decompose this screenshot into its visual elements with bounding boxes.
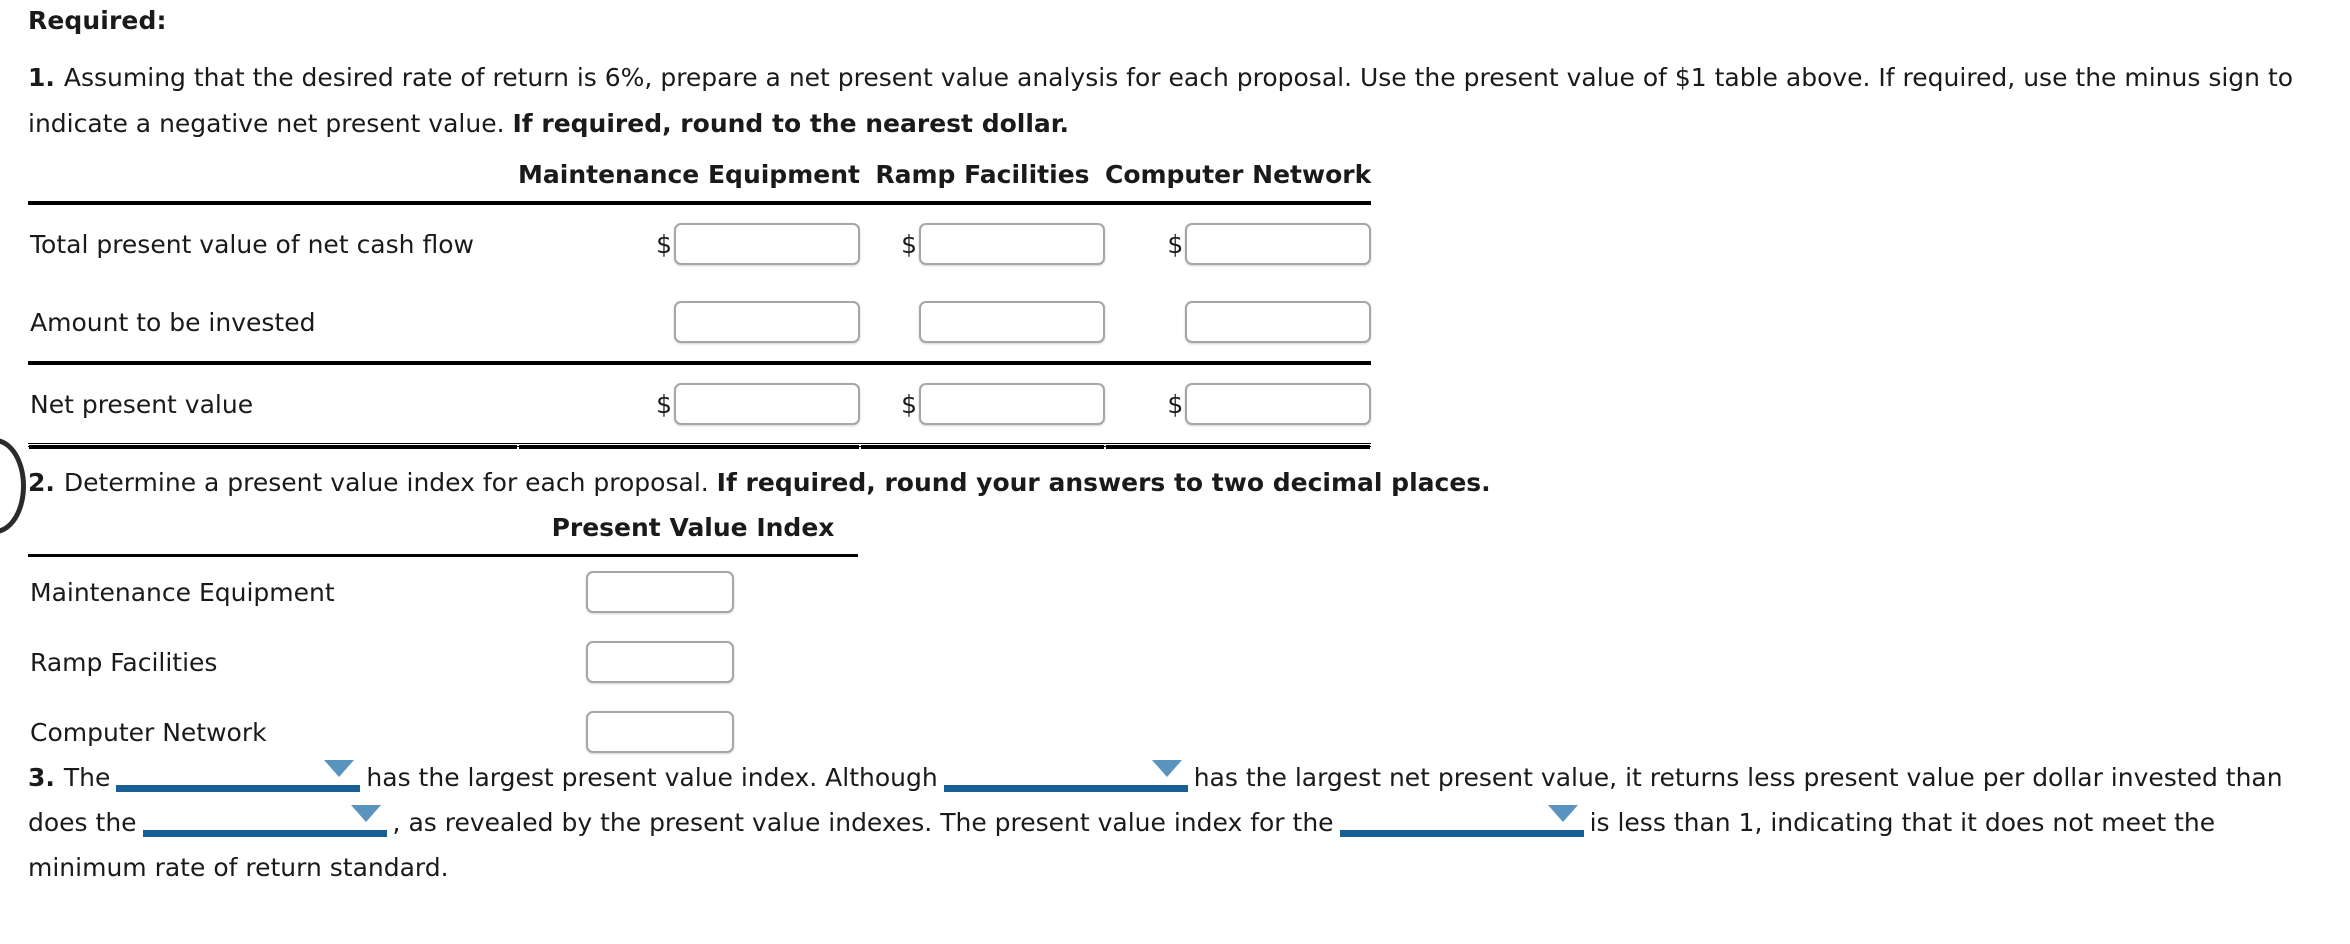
table-row: Amount to be invested $ $ $ <box>28 283 1372 363</box>
dollar-sign: $ <box>1167 389 1184 419</box>
dollar-sign: $ <box>1167 229 1184 259</box>
dropdown-largest-net-present-value[interactable] <box>943 755 1188 792</box>
npv-cell-wrap: $ <box>1105 383 1372 425</box>
npv-table-header: Maintenance Equipment Ramp Facilities Co… <box>28 160 1371 203</box>
instruction-3-seg-1: The <box>63 763 111 792</box>
input-amount-ramp[interactable] <box>918 301 1105 343</box>
chevron-down-icon <box>324 760 355 777</box>
pvi-header-row: Present Value Index <box>28 513 858 556</box>
npv-row-label-amount-invested: Amount to be invested <box>30 307 316 337</box>
input-amount-maintenance[interactable] <box>673 301 860 343</box>
input-total-pv-ramp[interactable] <box>918 223 1105 265</box>
pvi-row-label-maintenance-equipment: Maintenance Equipment <box>28 554 528 627</box>
input-pvi-ramp[interactable] <box>586 641 734 683</box>
npv-cell-wrap: $ <box>860 383 1105 425</box>
table-row: Maintenance Equipment <box>28 554 858 627</box>
present-value-index-table: Present Value Index Maintenance Equipmen… <box>28 513 858 767</box>
table-row: Ramp Facilities <box>28 627 858 697</box>
input-pvi-computer[interactable] <box>586 711 734 753</box>
instruction-1: 1. Assuming that the desired rate of retu… <box>28 55 2338 147</box>
npv-row-label-total-pv: Total present value of net cash flow <box>28 201 518 283</box>
worksheet-page: Required: 1. Assuming that the desired ra… <box>0 0 2350 944</box>
npv-row-label-net-present-value: Net present value <box>28 361 518 447</box>
npv-cell-npv-ramp: $ <box>859 361 1105 447</box>
pvi-cell-maintenance-equipment <box>528 554 858 627</box>
dollar-sign: $ <box>656 389 672 419</box>
dollar-sign: $ <box>901 229 917 259</box>
npv-analysis-table: Maintenance Equipment Ramp Facilities Co… <box>28 160 1372 447</box>
table-row: Total present value of net cash flow $ $ <box>28 201 1372 283</box>
pvi-header-blank <box>28 513 528 556</box>
instruction-3: 3. The has the largest present value index… <box>28 755 2328 890</box>
npv-header-row: Maintenance Equipment Ramp Facilities Co… <box>28 160 1371 203</box>
npv-cell-wrap: $ <box>518 383 860 425</box>
npv-cell-wrap: $ <box>860 301 1105 343</box>
instruction-2-bold-text: If required, round your answers to two d… <box>716 468 1491 497</box>
npv-cell-wrap: $ <box>860 223 1105 265</box>
input-pvi-maintenance[interactable] <box>586 571 734 613</box>
npv-cell-total-pv-computer: $ <box>1104 201 1372 283</box>
circle-annotation-icon <box>0 438 26 534</box>
npv-header-computer-network: Computer Network <box>1104 160 1372 189</box>
npv-table-body: Total present value of net cash flow $ $ <box>28 201 1372 447</box>
instruction-1-number: 1. <box>28 63 55 92</box>
npv-cell-amount-ramp: $ <box>860 283 1105 363</box>
instruction-2-text: Determine a present value index for each… <box>63 468 717 497</box>
pvi-cell-ramp-facilities <box>528 627 858 697</box>
dropdown-largest-present-value-index[interactable] <box>116 755 361 792</box>
table-row: Net present value $ $ $ <box>28 361 1372 447</box>
pvi-header-present-value-index: Present Value Index <box>551 513 835 542</box>
npv-cell-total-pv-ramp: $ <box>859 201 1105 283</box>
npv-header-blank <box>28 160 518 203</box>
dropdown-comparison-proposal[interactable] <box>142 800 387 837</box>
input-npv-computer[interactable] <box>1185 383 1372 425</box>
npv-header-ramp-facilities: Ramp Facilities <box>875 160 1090 189</box>
npv-cell-npv-computer: $ <box>1104 361 1372 447</box>
instruction-3-seg-2: has the largest present value index. Alt… <box>366 763 938 792</box>
input-npv-ramp[interactable] <box>918 383 1105 425</box>
npv-cell-wrap: $ <box>1105 223 1372 265</box>
npv-cell-amount-computer: $ <box>1105 283 1372 363</box>
input-total-pv-computer[interactable] <box>1185 223 1372 265</box>
instruction-1-text: Assuming that the desired rate of return… <box>28 63 2294 138</box>
npv-cell-amount-maintenance: $ <box>518 283 860 363</box>
npv-cell-wrap: $ <box>518 301 860 343</box>
instruction-1-bold-text: If required, round to the nearest dollar… <box>512 109 1070 138</box>
dollar-sign: $ <box>901 389 917 419</box>
instruction-3-number: 3. <box>28 763 55 792</box>
pvi-table-body: Maintenance Equipment Ramp Facilities Co… <box>28 554 858 768</box>
required-heading: Required: <box>28 6 167 35</box>
npv-cell-npv-maintenance: $ <box>518 361 860 447</box>
instruction-2-number: 2. <box>28 468 55 497</box>
input-npv-maintenance[interactable] <box>673 383 860 425</box>
pvi-row-label-ramp-facilities: Ramp Facilities <box>30 647 218 677</box>
npv-header-maintenance-equipment: Maintenance Equipment <box>518 160 860 189</box>
input-total-pv-maintenance[interactable] <box>673 223 860 265</box>
input-amount-computer[interactable] <box>1185 301 1372 343</box>
dollar-sign: $ <box>656 229 672 259</box>
npv-cell-wrap: $ <box>1105 301 1372 343</box>
npv-cell-wrap: $ <box>518 223 860 265</box>
chevron-down-icon <box>350 805 381 822</box>
instruction-2: 2. Determine a present value index for ea… <box>28 460 2128 506</box>
instruction-3-seg-4: , as revealed by the present value index… <box>392 808 1334 837</box>
pvi-table-header: Present Value Index <box>28 513 858 556</box>
dropdown-index-less-than-one[interactable] <box>1339 800 1584 837</box>
chevron-down-icon <box>1151 760 1182 777</box>
npv-cell-total-pv-maintenance: $ <box>518 201 860 283</box>
chevron-down-icon <box>1547 805 1578 822</box>
